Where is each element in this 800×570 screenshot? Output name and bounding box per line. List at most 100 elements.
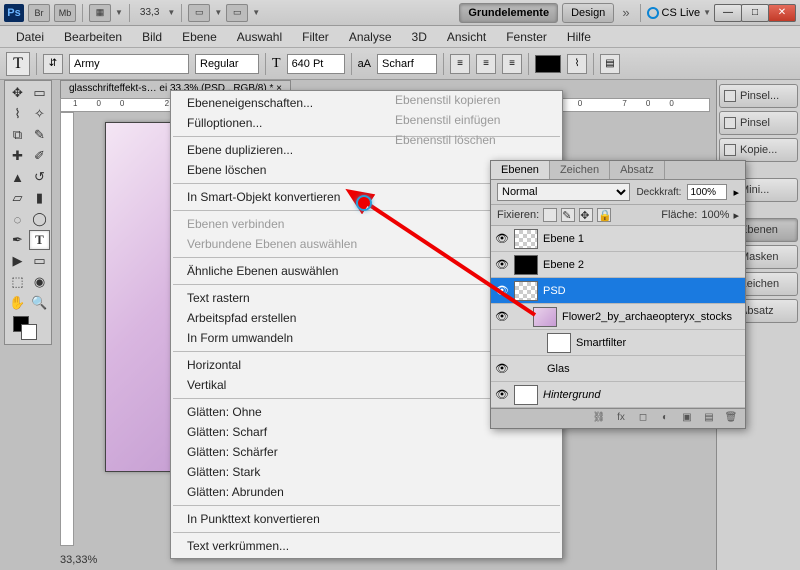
layer-name[interactable]: Smartfilter	[576, 337, 741, 349]
lock-position[interactable]: ✥	[579, 208, 593, 222]
tool-preset-icon[interactable]: T	[6, 52, 30, 76]
hand-tool[interactable]: ✋	[7, 293, 28, 313]
ctx-item[interactable]: In Punkttext konvertieren	[171, 509, 562, 529]
text-orientation-button[interactable]: ⇵	[43, 54, 63, 74]
visibility-toggle[interactable]: 👁	[495, 388, 509, 401]
marquee-tool[interactable]: ▭	[29, 83, 50, 103]
menu-filter[interactable]: Filter	[292, 27, 339, 47]
tab-zeichen[interactable]: Zeichen	[550, 161, 610, 179]
layer-row[interactable]: 👁Flower2_by_archaeopteryx_stocks	[491, 304, 745, 330]
layer-name[interactable]: Ebene 1	[543, 233, 741, 245]
tab-ebenen[interactable]: Ebenen	[491, 161, 550, 179]
workspace-design[interactable]: Design	[562, 3, 614, 23]
text-color-swatch[interactable]	[535, 55, 561, 73]
layer-thumbnail[interactable]	[514, 255, 538, 275]
visibility-toggle[interactable]: 👁	[495, 258, 509, 271]
layer-row[interactable]: 👁 Glas	[491, 356, 745, 382]
visibility-toggle[interactable]: 👁	[495, 232, 509, 245]
menu-bild[interactable]: Bild	[132, 27, 172, 47]
status-zoom[interactable]: 33,33%	[60, 554, 97, 566]
menu-auswahl[interactable]: Auswahl	[227, 27, 292, 47]
shape-tool[interactable]: ▭	[29, 251, 50, 271]
color-swatches[interactable]	[7, 314, 50, 342]
zoom-tool[interactable]: 🔍	[29, 293, 50, 313]
menu-fenster[interactable]: Fenster	[496, 27, 557, 47]
ctx-item[interactable]: Glätten: Schärfer	[171, 442, 562, 462]
opacity-value[interactable]: 100%	[687, 184, 727, 200]
link-layers-button[interactable]: ⛓	[591, 412, 607, 426]
layer-row[interactable]: Smartfilter	[491, 330, 745, 356]
close-button[interactable]: ✕	[768, 4, 796, 22]
menu-datei[interactable]: Datei	[6, 27, 54, 47]
layer-thumbnail[interactable]	[514, 385, 538, 405]
screen-mode-button[interactable]: ▭	[226, 4, 248, 22]
lock-pixels[interactable]: ✎	[561, 208, 575, 222]
move-tool[interactable]: ✥	[7, 83, 28, 103]
eyedropper-tool[interactable]: ✎	[29, 125, 50, 145]
pen-tool[interactable]: ✒	[7, 230, 28, 250]
minimize-button[interactable]: —	[714, 4, 742, 22]
layer-thumbnail[interactable]	[514, 281, 538, 301]
workspace-more-icon[interactable]: »	[618, 5, 633, 20]
bridge-button[interactable]: Br	[28, 4, 50, 22]
ctx-item[interactable]: Glätten: Stark	[171, 462, 562, 482]
lock-transparent[interactable]	[543, 208, 557, 222]
ctx-item[interactable]: Glätten: Abrunden	[171, 482, 562, 502]
new-layer-button[interactable]: ▤	[701, 412, 717, 426]
layer-style-button[interactable]: fx	[613, 412, 629, 426]
antialias-select[interactable]	[377, 54, 437, 74]
menu-hilfe[interactable]: Hilfe	[557, 27, 601, 47]
character-panel-button[interactable]: ▤	[600, 54, 620, 74]
crop-tool[interactable]: ⧉	[7, 125, 28, 145]
lasso-tool[interactable]: ⌇	[7, 104, 28, 124]
layer-row[interactable]: 👁PSD	[491, 278, 745, 304]
tab-absatz[interactable]: Absatz	[610, 161, 665, 179]
fill-value[interactable]: 100%	[701, 209, 729, 221]
menu-ansicht[interactable]: Ansicht	[437, 27, 496, 47]
eraser-tool[interactable]: ▱	[7, 188, 28, 208]
align-center-button[interactable]: ≡	[476, 54, 496, 74]
zoom-readout[interactable]: 33,3	[136, 7, 163, 18]
lock-all[interactable]: 🔒	[597, 208, 611, 222]
font-family-select[interactable]	[69, 54, 189, 74]
arrange-docs-button[interactable]: ▭	[188, 4, 210, 22]
maximize-button[interactable]: □	[741, 4, 769, 22]
panel-tab-pinsel[interactable]: Pinsel	[719, 111, 798, 135]
adjustment-layer-button[interactable]: ◐	[657, 412, 673, 426]
blur-tool[interactable]: ◌	[7, 209, 28, 229]
panel-tab-kopie[interactable]: Kopie...	[719, 138, 798, 162]
font-size-select[interactable]	[287, 54, 345, 74]
type-tool[interactable]: T	[29, 230, 50, 250]
layer-row[interactable]: 👁 Ebene 1	[491, 226, 745, 252]
layer-name[interactable]: Flower2_by_archaeopteryx_stocks	[562, 311, 741, 323]
blend-mode-select[interactable]: Normal	[497, 183, 630, 201]
delete-layer-button[interactable]: 🗑	[723, 412, 739, 426]
menu-bearbeiten[interactable]: Bearbeiten	[54, 27, 132, 47]
layer-name[interactable]: Ebene 2	[543, 259, 741, 271]
layer-thumbnail[interactable]	[514, 229, 538, 249]
layers-panel[interactable]: Ebenen Zeichen Absatz Normal Deckkraft: …	[490, 160, 746, 429]
visibility-toggle[interactable]: 👁	[495, 362, 509, 375]
panel-tab-pinsel[interactable]: Pinsel...	[719, 84, 798, 108]
path-sel-tool[interactable]: ▶	[7, 251, 28, 271]
view-extras-button[interactable]: ▦	[89, 4, 111, 22]
layer-row[interactable]: 👁 Ebene 2	[491, 252, 745, 278]
group-button[interactable]: ▣	[679, 412, 695, 426]
menu-3d[interactable]: 3D	[402, 27, 437, 47]
visibility-toggle[interactable]: 👁	[495, 284, 509, 297]
menu-analyse[interactable]: Analyse	[339, 27, 402, 47]
ctx-item[interactable]: Text verkrümmen...	[171, 536, 562, 556]
history-brush-tool[interactable]: ↺	[29, 167, 50, 187]
stamp-tool[interactable]: ▲	[7, 167, 28, 187]
minibridge-button[interactable]: Mb	[54, 4, 76, 22]
brush-tool[interactable]: ✐	[29, 146, 50, 166]
layer-name[interactable]: Hintergrund	[543, 389, 741, 401]
gradient-tool[interactable]: ▮	[29, 188, 50, 208]
3d-cam-tool[interactable]: ◉	[29, 272, 50, 292]
cslive-button[interactable]: CS Live▼	[647, 7, 711, 19]
layer-name[interactable]: Glas	[547, 363, 741, 375]
layer-thumbnail[interactable]	[533, 307, 557, 327]
wand-tool[interactable]: ✧	[29, 104, 50, 124]
font-style-select[interactable]	[195, 54, 259, 74]
dodge-tool[interactable]: ◯	[29, 209, 50, 229]
